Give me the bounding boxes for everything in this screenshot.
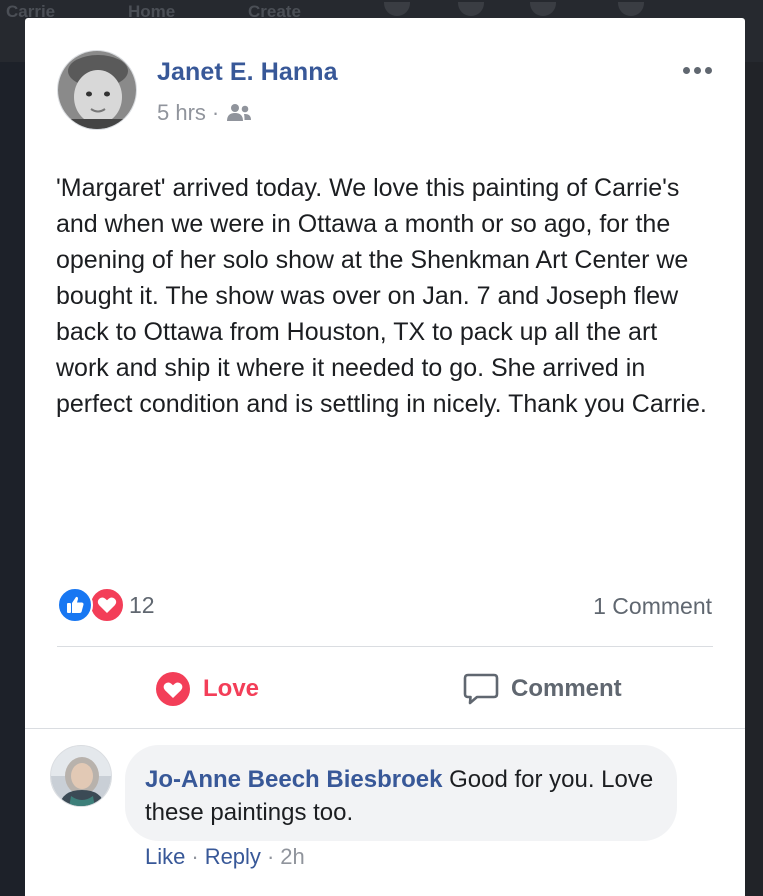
meta-separator: · [211,100,220,125]
messenger-icon[interactable] [458,2,484,16]
comment-icon [463,673,499,705]
post-text: 'Margaret' arrived today. We love this p… [56,174,707,418]
love-button-label: Love [203,675,260,702]
commenter-avatar[interactable] [50,745,112,807]
comment-timestamp[interactable]: 2h [280,844,304,870]
comment-button[interactable]: Comment [463,668,622,710]
commenter-name[interactable]: Jo-Anne Beech Biesbroek [145,766,442,793]
love-reaction-icon [89,587,125,623]
post-card: Janet E. Hanna 5 hrs · 'Margaret' arrive… [25,18,745,896]
comment-button-label: Comment [511,675,622,702]
comment-reply-link[interactable]: Reply [205,844,261,870]
comments-section-divider [25,728,745,729]
reaction-count: 12 [129,591,155,618]
love-button[interactable]: Love [155,668,259,710]
friends-requests-icon[interactable] [384,2,410,16]
like-reaction-icon [57,587,93,623]
comment-actions-separator-2: · [266,844,275,869]
action-bar-divider-top [57,646,713,647]
comment-like-link[interactable]: Like [145,844,185,870]
love-icon [156,672,190,706]
author-avatar[interactable] [57,50,137,130]
right-rail [745,62,763,896]
post-author-name[interactable]: Janet E. Hanna [157,58,338,87]
comment-actions: Like · Reply · 2h [145,844,305,870]
reactions-summary[interactable]: 12 [57,587,155,623]
post-meta: 5 hrs · [157,100,253,126]
friends-icon[interactable] [225,102,253,124]
more-options-icon[interactable] [677,60,717,80]
comment-count-link[interactable]: 1 Comment [593,593,712,620]
notifications-icon[interactable] [530,2,556,16]
comment-actions-separator: · [191,844,199,869]
comment-bubble: Jo-Anne Beech Biesbroek Good for you. Lo… [125,745,677,841]
post-timestamp[interactable]: 5 hrs [157,100,206,126]
help-icon[interactable] [618,2,644,16]
